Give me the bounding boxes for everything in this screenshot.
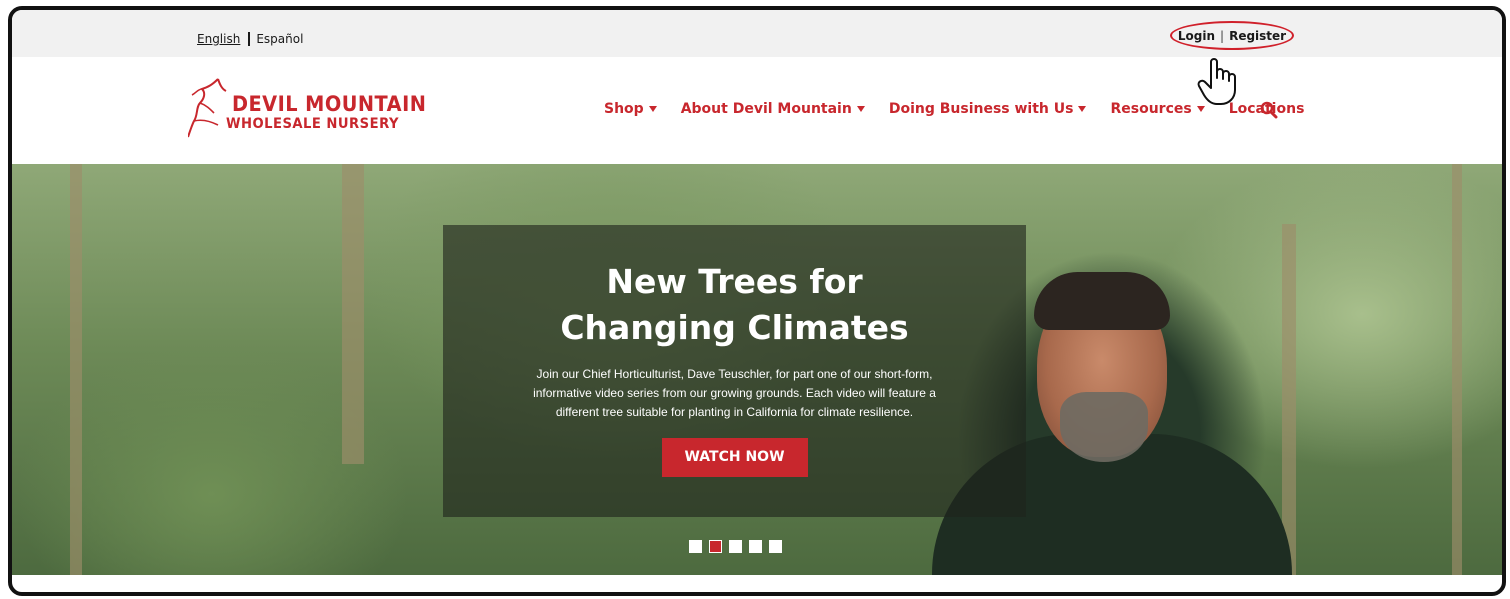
carousel-dot-3[interactable] — [729, 540, 742, 553]
pointer-hand-icon — [1197, 58, 1236, 105]
hero-title: New Trees for Changing Climates — [560, 262, 909, 347]
language-divider — [248, 32, 251, 46]
site-header: DEVIL MOUNTAIN WHOLESALE NURSERY Shop Ab… — [12, 57, 1502, 164]
tree-trunk — [1452, 164, 1462, 575]
logo-text-primary: DEVIL MOUNTAIN — [232, 92, 427, 116]
nav-about-label: About Devil Mountain — [680, 101, 852, 117]
caret-down-icon — [648, 106, 657, 112]
logo-text-secondary: WHOLESALE NURSERY — [226, 116, 399, 132]
nav-shop[interactable]: Shop — [604, 101, 657, 117]
carousel-dot-4[interactable] — [749, 540, 762, 553]
utility-bar: English Español Login | Register — [12, 10, 1502, 57]
account-links: Login | Register — [1170, 21, 1294, 50]
hero-carousel: New Trees for Changing Climates Join our… — [12, 164, 1502, 575]
caret-down-icon — [1196, 106, 1205, 112]
caret-down-icon — [856, 106, 865, 112]
person-hair — [1034, 272, 1170, 330]
hero-overlay: New Trees for Changing Climates Join our… — [443, 225, 1026, 517]
nav-about[interactable]: About Devil Mountain — [681, 101, 865, 117]
nav-doing-business[interactable]: Doing Business with Us — [889, 101, 1087, 117]
caret-down-icon — [1078, 106, 1087, 112]
carousel-dot-2[interactable] — [709, 540, 722, 553]
language-switcher: English Español — [197, 32, 303, 46]
search-icon[interactable] — [1260, 101, 1278, 119]
carousel-dot-5[interactable] — [769, 540, 782, 553]
language-spanish-link[interactable]: Español — [256, 32, 303, 46]
watch-now-button[interactable]: WATCH NOW — [661, 438, 808, 477]
hero-description: Join our Chief Horticulturist, Dave Teus… — [533, 367, 936, 419]
nav-shop-label: Shop — [604, 101, 644, 117]
tree-trunk — [1282, 224, 1296, 575]
browser-frame: English Español Login | Register DEVIL M… — [8, 6, 1506, 596]
language-english-link[interactable]: English — [197, 32, 240, 46]
tree-trunk — [342, 164, 364, 464]
carousel-indicators — [689, 540, 789, 553]
nav-resources-label: Resources — [1110, 101, 1192, 117]
tree-trunk — [70, 164, 82, 575]
site-logo[interactable]: DEVIL MOUNTAIN WHOLESALE NURSERY — [188, 75, 426, 141]
carousel-dot-1[interactable] — [689, 540, 702, 553]
person-beard — [1060, 392, 1148, 462]
account-separator: | — [1220, 28, 1225, 43]
login-link[interactable]: Login — [1178, 29, 1215, 43]
register-link[interactable]: Register — [1229, 29, 1286, 43]
nav-resources[interactable]: Resources — [1110, 101, 1205, 117]
nav-doing-business-label: Doing Business with Us — [888, 101, 1074, 117]
